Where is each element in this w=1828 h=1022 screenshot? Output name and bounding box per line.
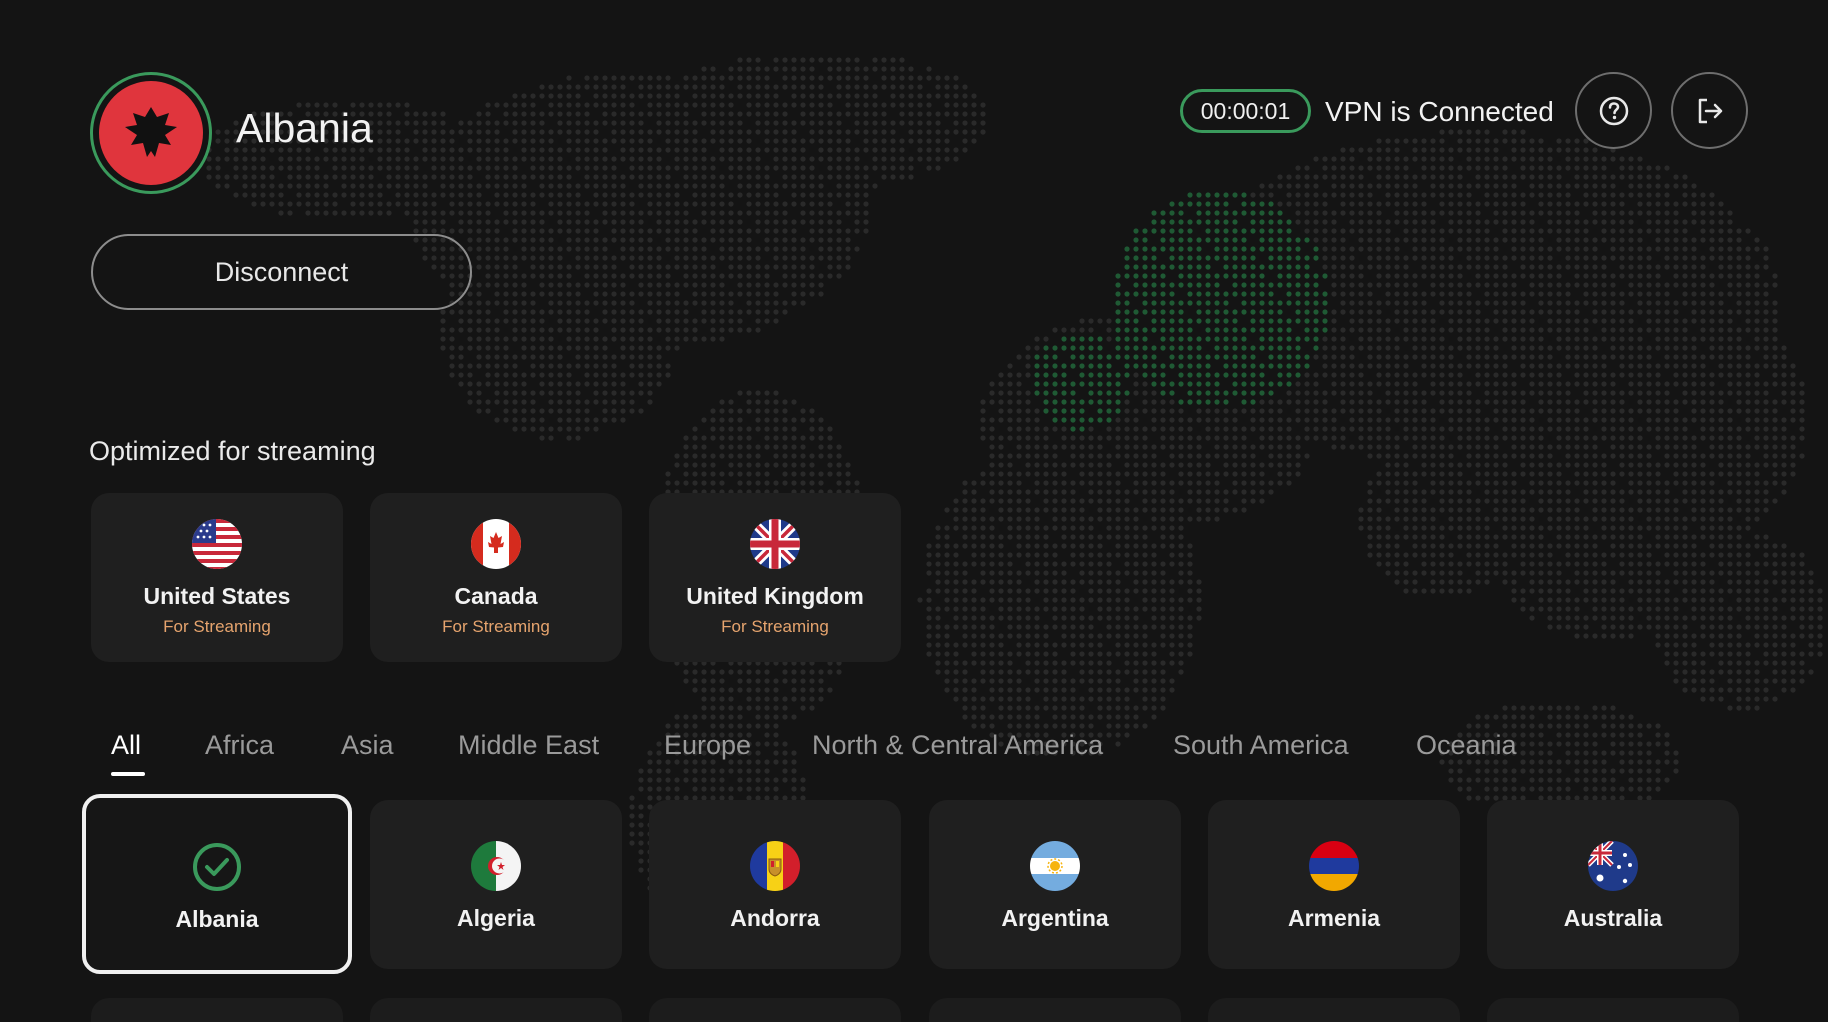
current-country-name: Albania [236,105,373,151]
andorra-flag-icon [750,841,800,891]
country-card-armenia[interactable]: Armenia [1208,800,1460,969]
tab-europe[interactable]: Europe [664,730,751,761]
albania-flag-icon [90,72,212,194]
country-card-andorra[interactable]: Andorra [649,800,901,969]
streaming-card-canada[interactable]: Canada For Streaming [370,493,622,662]
country-card-name: Albania [175,906,259,932]
country-card-name: Algeria [457,905,535,931]
streaming-card-united-kingdom[interactable]: United Kingdom For Streaming [649,493,901,662]
tab-north-central-america[interactable]: North & Central America [812,730,1103,761]
argentina-flag-icon [1030,841,1080,891]
country-card-next-row[interactable] [91,998,343,1022]
question-circle-icon [1599,96,1628,125]
connection-timer: 00:00:01 [1180,89,1311,133]
tab-middle-east[interactable]: Middle East [458,730,599,761]
streaming-card-name: United States [143,583,291,609]
australia-flag-icon [1588,841,1638,891]
country-card-name: Argentina [1001,905,1109,931]
country-card-name: Australia [1563,905,1663,931]
armenia-flag-icon [1309,841,1359,891]
streaming-card-name: United Kingdom [686,583,864,609]
help-button[interactable] [1575,72,1652,149]
active-tab-indicator [111,772,145,776]
country-card-next-row[interactable] [649,998,901,1022]
country-card-australia[interactable]: Australia [1487,800,1739,969]
tab-oceania[interactable]: Oceania [1416,730,1517,761]
country-card-albania[interactable]: Albania [82,794,352,974]
country-card-argentina[interactable]: Argentina [929,800,1181,969]
vpn-app-screen: Albania Disconnect 00:00:01 VPN is Conne… [0,0,1828,1022]
tab-africa[interactable]: Africa [205,730,274,761]
us-flag-icon [192,519,242,569]
country-card-next-row[interactable] [1487,998,1739,1022]
streaming-card-united-states[interactable]: United States For Streaming [91,493,343,662]
country-card-name: Armenia [1287,905,1381,931]
vpn-status-text: VPN is Connected [1325,96,1554,127]
streaming-card-name: Canada [454,583,538,609]
tab-all[interactable]: All [111,730,141,761]
country-card-name: Andorra [730,905,820,931]
streaming-card-subtitle: For Streaming [163,617,271,636]
country-card-next-row[interactable] [1208,998,1460,1022]
algeria-flag-icon [471,841,521,891]
canada-flag-icon [471,519,521,569]
tab-south-america[interactable]: South America [1173,730,1349,761]
logout-arrow-icon [1698,98,1722,123]
country-card-algeria[interactable]: Algeria [370,800,622,969]
country-card-next-row[interactable] [370,998,622,1022]
check-circle-icon [192,842,242,892]
disconnect-button[interactable]: Disconnect [91,234,472,310]
uk-flag-icon [750,519,800,569]
streaming-card-subtitle: For Streaming [721,617,829,636]
streaming-card-subtitle: For Streaming [442,617,550,636]
streaming-section-title: Optimized for streaming [89,436,376,466]
tab-asia[interactable]: Asia [341,730,394,761]
country-card-next-row[interactable] [929,998,1181,1022]
logout-button[interactable] [1671,72,1748,149]
